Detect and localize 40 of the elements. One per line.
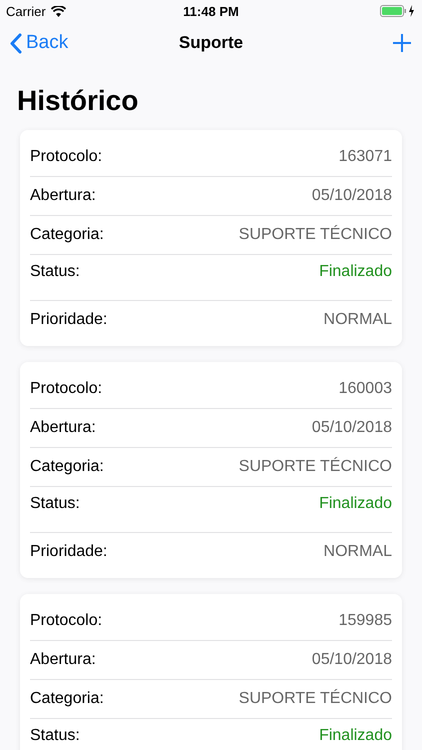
status-value: Finalizado [319,727,392,745]
page-heading: Histórico [16,84,140,118]
field-value: 160003 [338,380,392,398]
field-label: Protocolo: [30,380,102,398]
status-value: Finalizado [319,263,392,281]
field-value: 163071 [338,148,392,166]
field-value: 05/10/2018 [312,187,392,205]
field-value: 05/10/2018 [312,651,392,669]
wifi-icon [50,6,66,16]
carrier-name: Carrier [6,4,46,18]
battery-charging-icon [380,5,416,17]
field-value: NORMAL [324,311,392,329]
field-label: Prioridade: [30,311,108,329]
ticket-card[interactable]: Protocolo: 163071 Abertura: 05/10/2018 Categoria: SUPORTE TÉCNICO Status: Finalizado Prioridade: NORMAL [20,130,402,346]
field-value: SUPORTE TÉCNICO [238,458,392,476]
field-label: Status: [30,495,80,513]
field-value: 05/10/2018 [312,419,392,437]
add-icon[interactable] [392,33,412,53]
field-label: Abertura: [30,651,96,669]
field-value: 159985 [338,612,392,630]
field-label: Status: [30,263,80,281]
field-value: SUPORTE TÉCNICO [238,690,392,708]
field-label: Abertura: [30,419,96,437]
back-button[interactable]: Back [10,32,68,54]
field-label: Protocolo: [30,612,102,630]
field-value: SUPORTE TÉCNICO [238,226,392,244]
field-label: Protocolo: [30,148,102,166]
status-time: 11:48 PM [183,4,239,18]
chevron-icon [10,32,22,54]
field-label: Categoria: [30,226,104,244]
field-label: Categoria: [30,458,104,476]
field-label: Prioridade: [30,543,108,561]
field-value: NORMAL [324,543,392,561]
ticket-card[interactable]: Protocolo: 159985 Abertura: 05/10/2018 Categoria: SUPORTE TÉCNICO Status: Finalizado [20,594,402,750]
field-label: Abertura: [30,187,96,205]
field-label: Status: [30,727,80,745]
status-value: Finalizado [319,495,392,513]
nav-title: Suporte [178,33,244,53]
ticket-card[interactable]: Protocolo: 160003 Abertura: 05/10/2018 Categoria: SUPORTE TÉCNICO Status: Finalizado Prioridade: NORMAL [20,362,402,578]
field-label: Categoria: [30,690,104,708]
